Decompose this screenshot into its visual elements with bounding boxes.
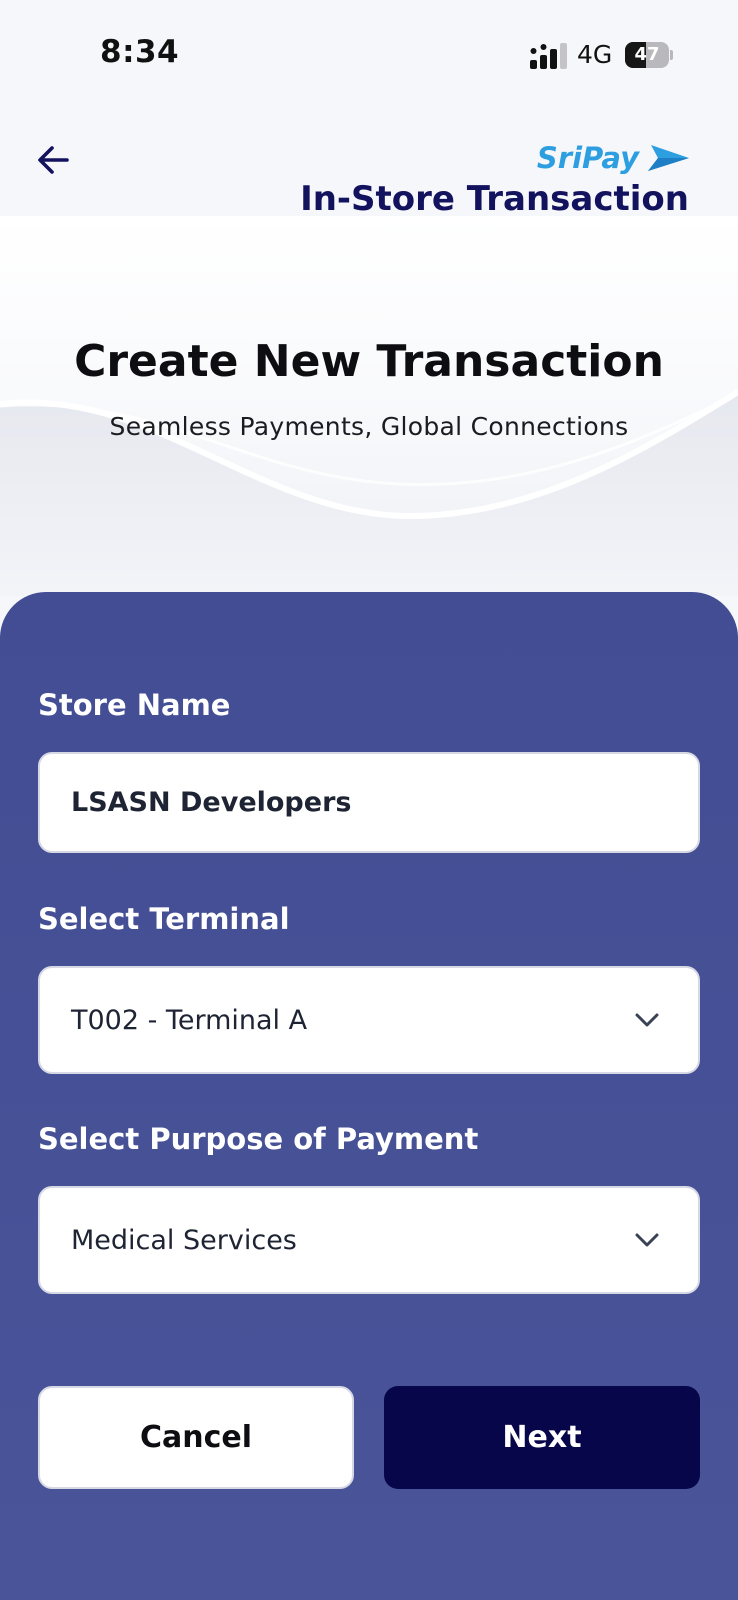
purpose-label: Select Purpose of Payment (38, 1122, 479, 1156)
chevron-down-icon (635, 1013, 659, 1027)
terminal-value: T002 - Terminal A (71, 1004, 308, 1036)
network-type: 4G (577, 40, 613, 69)
back-arrow-icon (38, 146, 69, 174)
page-title: In-Store Transaction (300, 179, 689, 219)
app-header: SriPay In-Store Transaction (0, 110, 738, 219)
status-bar: 8:34 4G 47 (0, 0, 738, 110)
store-name-value: LSASN Developers (71, 787, 352, 818)
store-name-field[interactable]: LSASN Developers (38, 752, 700, 853)
hero-banner: Create New Transaction Seamless Payments… (0, 216, 738, 596)
signal-icon (530, 43, 567, 69)
store-name-label: Store Name (38, 688, 231, 722)
hero-subtitle: Seamless Payments, Global Connections (109, 412, 629, 441)
purpose-value: Medical Services (71, 1224, 297, 1256)
status-time: 8:34 (100, 34, 180, 70)
cancel-button[interactable]: Cancel (38, 1386, 354, 1489)
hero-title: Create New Transaction (74, 336, 664, 387)
logo-text: SriPay (536, 141, 639, 175)
back-button[interactable] (34, 140, 74, 180)
hero-wave-decoration (0, 389, 738, 596)
purpose-select[interactable]: Medical Services (38, 1186, 700, 1294)
next-button[interactable]: Next (384, 1386, 700, 1489)
terminal-label: Select Terminal (38, 902, 290, 936)
sripay-logo-icon (648, 145, 689, 171)
battery-percent: 47 (634, 44, 660, 65)
battery-icon: 47 (625, 42, 673, 68)
chevron-down-icon (635, 1233, 659, 1247)
sripay-logo: SriPay (537, 140, 691, 176)
terminal-select[interactable]: T002 - Terminal A (38, 966, 700, 1074)
